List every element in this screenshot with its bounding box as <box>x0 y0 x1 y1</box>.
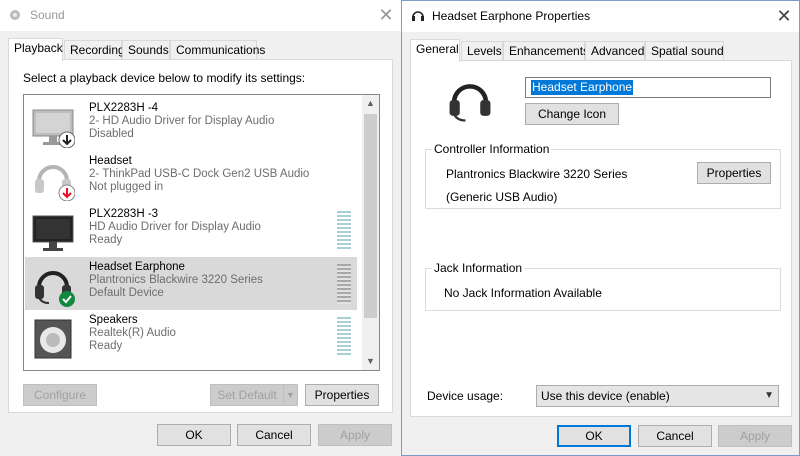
device-name: PLX2283H -4 <box>89 102 159 114</box>
sound-titlebar: Sound ✕ <box>0 0 401 31</box>
controller-information-title: Controller Information <box>432 142 552 156</box>
change-icon-button[interactable]: Change Icon <box>525 103 619 125</box>
playback-instruction: Select a playback device below to modify… <box>23 71 306 85</box>
device-driver: Realtek(R) Audio <box>89 327 176 339</box>
controller-information-group: Controller Information Plantronics Black… <box>425 142 781 209</box>
device-name-field[interactable]: Headset Earphone <box>525 77 771 98</box>
volume-level-meter <box>337 264 351 304</box>
scrollbar-thumb[interactable] <box>364 114 377 318</box>
playback-panel: Select a playback device below to modify… <box>8 59 393 413</box>
device-driver: Plantronics Blackwire 3220 Series <box>89 274 263 286</box>
device-name: PLX2283H -3 <box>89 208 159 220</box>
set-default-button[interactable]: Set Default <box>210 384 284 406</box>
tab-enhancements[interactable]: Enhancements <box>503 41 589 61</box>
set-default-dropdown-icon[interactable]: ▼ <box>283 384 298 406</box>
sound-window-title: Sound <box>30 8 65 22</box>
device-driver: HD Audio Driver for Display Audio <box>89 221 261 233</box>
device-name: Speakers <box>89 314 138 326</box>
properties-close-button[interactable]: ✕ <box>769 1 799 32</box>
device-driver: 2- HD Audio Driver for Display Audio <box>89 115 275 127</box>
volume-level-meter <box>337 317 351 357</box>
general-panel: Headset Earphone Change Icon Controller … <box>410 60 792 417</box>
headset-app-icon <box>412 11 424 21</box>
scroll-down-icon[interactable]: ▼ <box>362 353 379 370</box>
properties-titlebar: Headset Earphone Properties ✕ <box>402 1 799 32</box>
properties-apply-button[interactable]: Apply <box>718 425 792 447</box>
device-properties-button[interactable]: Properties <box>305 384 379 406</box>
device-usage-select[interactable]: Use this device (enable) ▼ <box>536 385 779 407</box>
chevron-down-icon: ▼ <box>764 390 774 401</box>
device-usage-value: Use this device (enable) <box>541 389 670 403</box>
list-item-device[interactable]: Headset 2- ThinkPad USB-C Dock Gen2 USB … <box>25 151 357 204</box>
device-status: Default Device <box>89 287 164 299</box>
tab-playback[interactable]: Playback <box>8 38 63 61</box>
headset-icon <box>35 165 75 201</box>
properties-cancel-button[interactable]: Cancel <box>638 425 712 447</box>
speaker-icon <box>34 319 72 359</box>
tab-sounds[interactable]: Sounds <box>122 40 170 60</box>
tab-general[interactable]: General <box>410 39 460 62</box>
list-item-device[interactable]: PLX2283H -3 HD Audio Driver for Display … <box>25 204 357 257</box>
device-status: Ready <box>89 340 123 352</box>
list-item-device-selected[interactable]: Headset Earphone Plantronics Blackwire 3… <box>25 257 357 310</box>
sound-window: Sound ✕ Playback Recording Sounds Commun… <box>0 0 401 456</box>
jack-information-title: Jack Information <box>432 261 525 275</box>
device-driver: 2- ThinkPad USB-C Dock Gen2 USB Audio <box>89 168 310 180</box>
scroll-up-icon[interactable]: ▲ <box>362 95 379 112</box>
device-list-scrollbar[interactable]: ▲ ▼ <box>362 95 379 370</box>
controller-properties-button[interactable]: Properties <box>697 162 771 184</box>
tab-spatial-sound[interactable]: Spatial sound <box>645 41 724 61</box>
controller-type: (Generic USB Audio) <box>446 190 558 204</box>
properties-ok-button[interactable]: OK <box>557 425 631 447</box>
device-usage-label: Device usage: <box>427 389 504 403</box>
device-status: Ready <box>89 234 123 246</box>
monitor-icon <box>32 109 75 148</box>
tab-advanced[interactable]: Advanced <box>585 41 645 61</box>
list-item-device[interactable]: PLX2283H -4 2- HD Audio Driver for Displ… <box>25 98 357 151</box>
jack-information-text: No Jack Information Available <box>444 286 602 300</box>
device-status: Disabled <box>89 128 134 140</box>
sound-apply-button[interactable]: Apply <box>318 424 392 446</box>
jack-information-group: Jack Information No Jack Information Ava… <box>425 261 781 311</box>
headset-icon <box>35 271 75 307</box>
sound-close-button[interactable]: ✕ <box>371 0 401 31</box>
volume-level-meter <box>337 211 351 251</box>
tab-recording[interactable]: Recording <box>64 40 125 60</box>
configure-button[interactable]: Configure <box>23 384 97 406</box>
properties-window: Headset Earphone Properties ✕ General Le… <box>401 0 800 456</box>
speaker-app-icon <box>10 10 20 20</box>
properties-window-title: Headset Earphone Properties <box>432 9 591 23</box>
tab-levels[interactable]: Levels <box>461 41 503 61</box>
headset-icon <box>449 84 491 122</box>
device-name: Headset Earphone <box>89 261 185 273</box>
device-name-selected-text: Headset Earphone <box>531 80 634 95</box>
device-name: Headset <box>89 155 132 167</box>
list-item-device[interactable]: Speakers Realtek(R) Audio Ready <box>25 310 357 363</box>
sound-cancel-button[interactable]: Cancel <box>237 424 311 446</box>
monitor-icon <box>32 215 74 251</box>
sound-ok-button[interactable]: OK <box>157 424 231 446</box>
playback-device-list[interactable]: PLX2283H -4 2- HD Audio Driver for Displ… <box>23 94 380 371</box>
device-status: Not plugged in <box>89 181 164 193</box>
controller-name: Plantronics Blackwire 3220 Series <box>446 167 628 181</box>
tab-communications[interactable]: Communications <box>170 40 265 60</box>
